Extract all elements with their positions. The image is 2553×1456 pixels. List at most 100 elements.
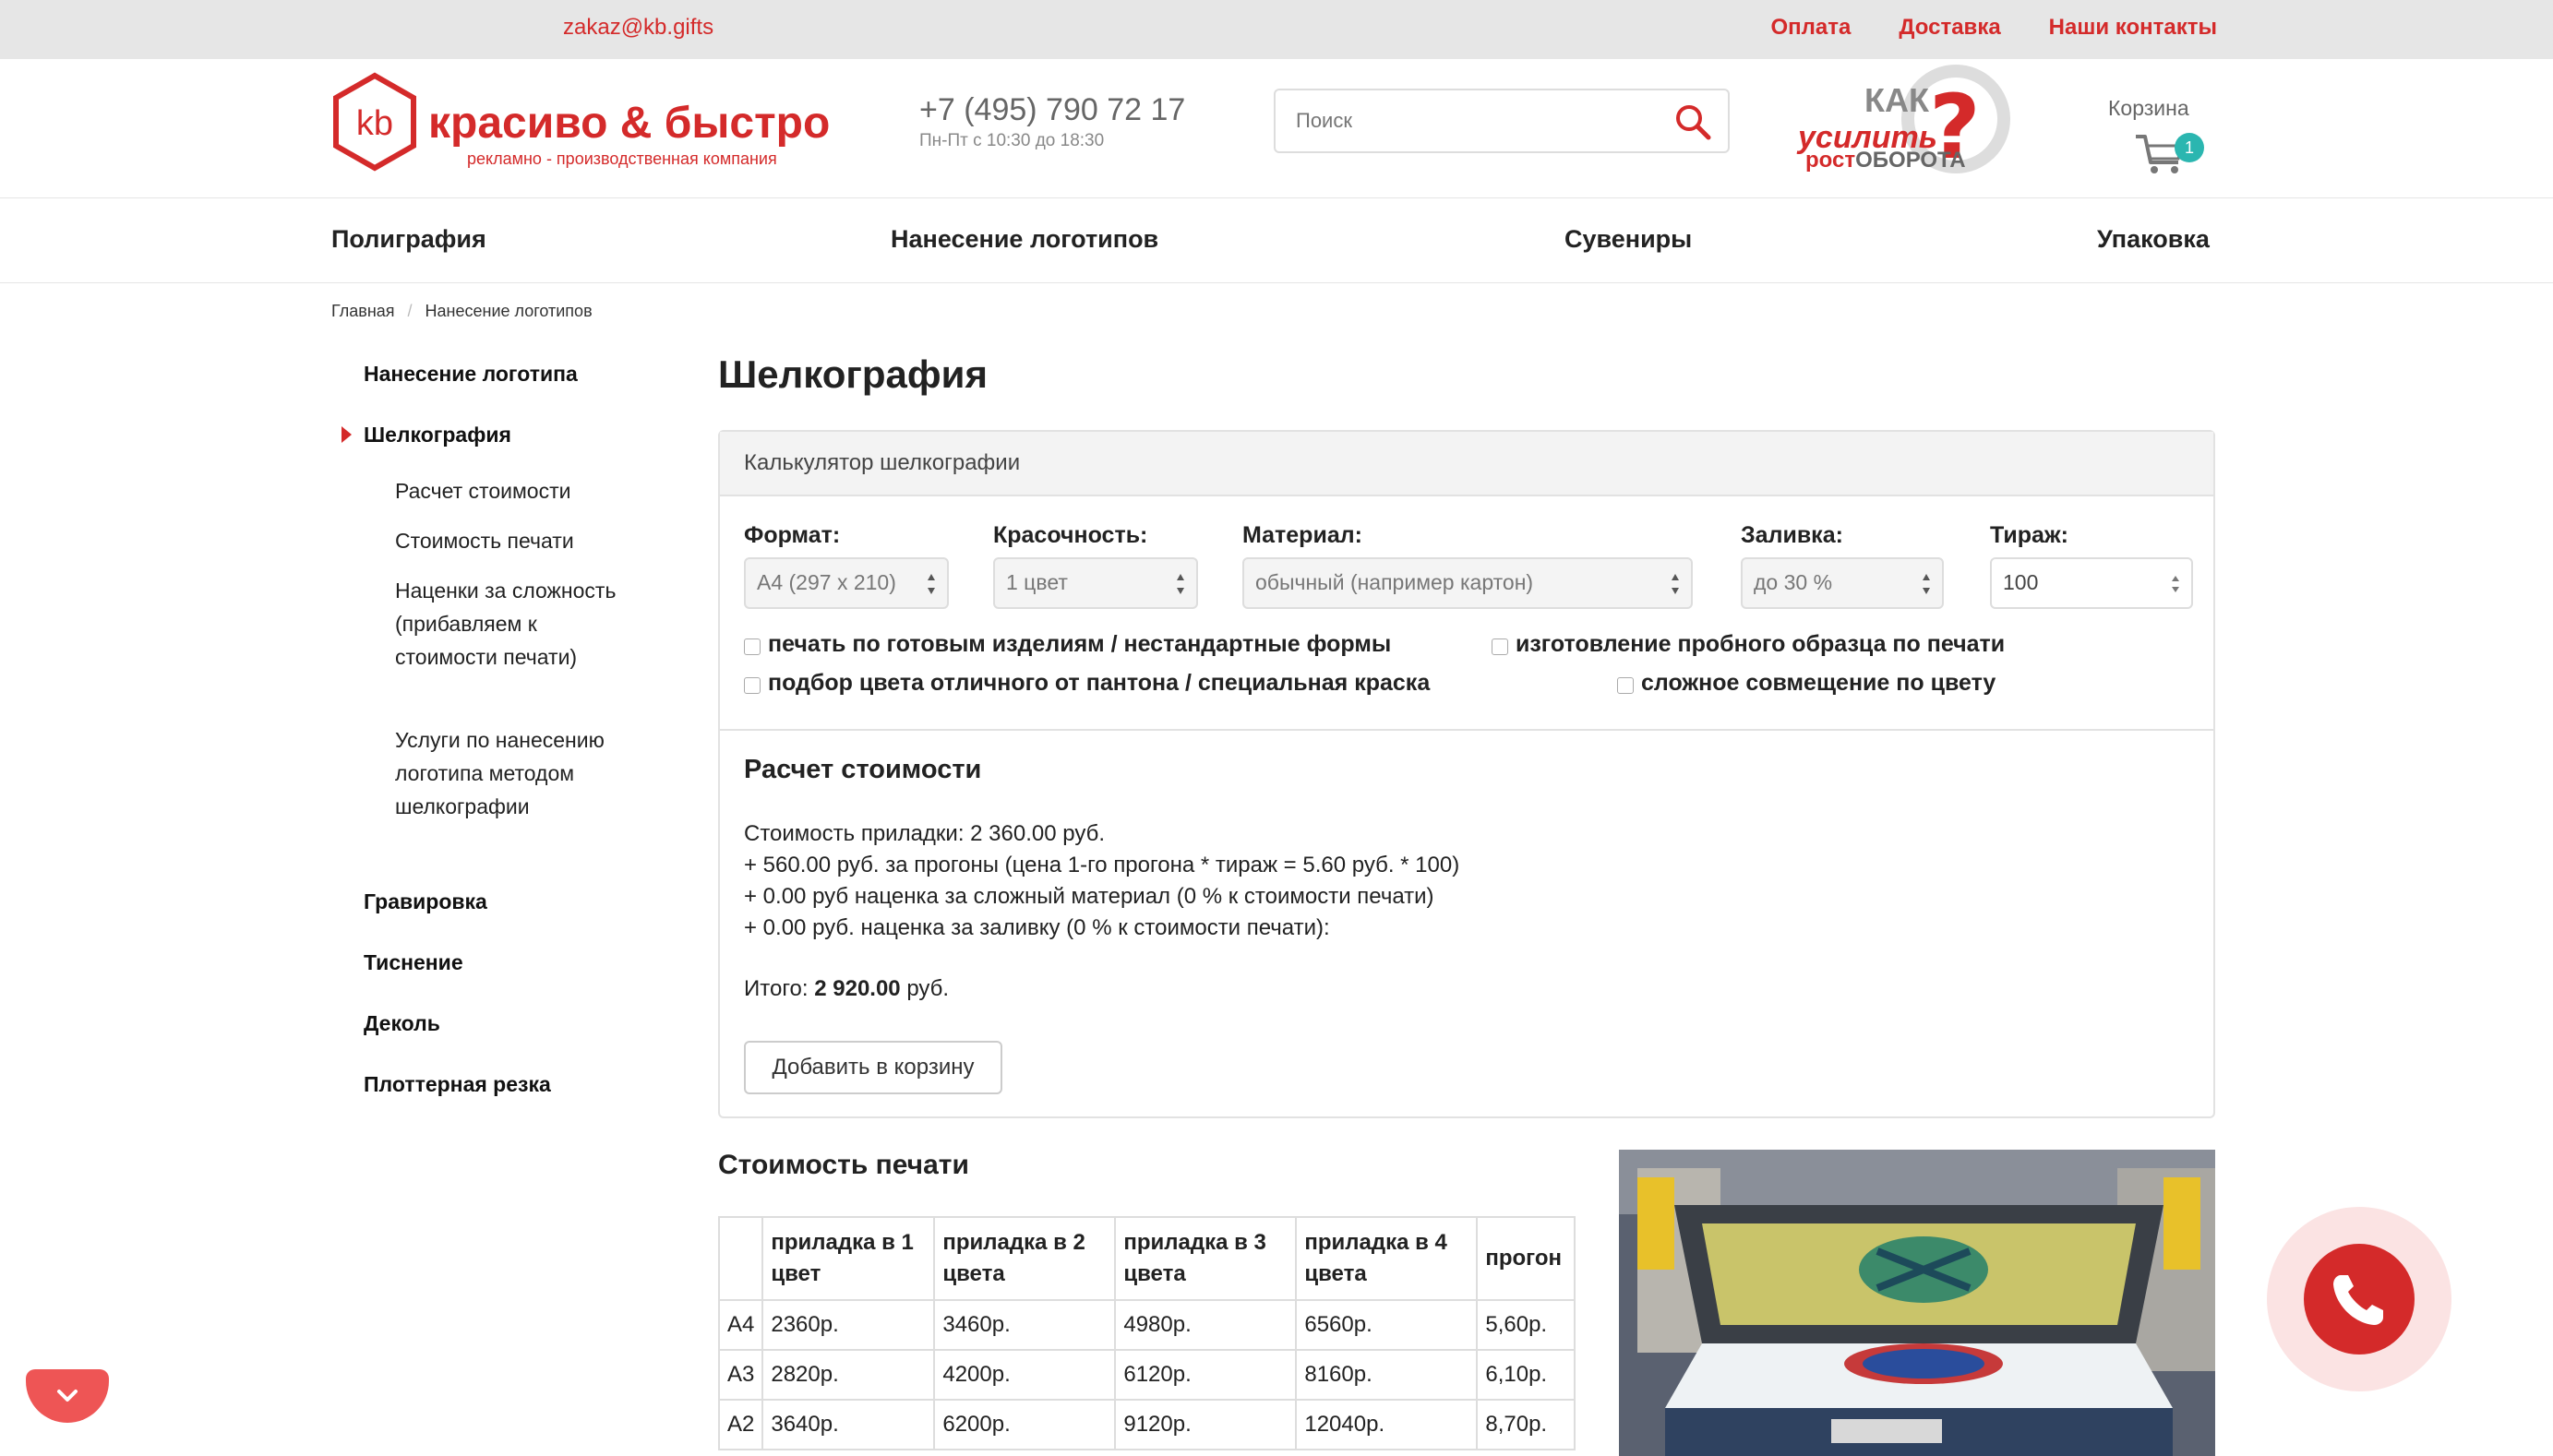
calculator-header: Калькулятор шелкографии xyxy=(720,432,2213,496)
sidebar-item-logo-printing[interactable]: Нанесение логотипа xyxy=(364,362,578,387)
search-box xyxy=(1274,89,1730,153)
site-logo[interactable]: kb красиво & быстро рекламно - производс… xyxy=(330,72,857,173)
material-value: обычный (например картон) xyxy=(1255,570,1534,594)
checkbox-custom-shapes[interactable]: печать по готовым изделиям / нестандартн… xyxy=(744,631,1392,658)
email-link[interactable]: zakaz@kb.gifts xyxy=(563,15,713,41)
checkbox-special-ink[interactable]: подбор цвета отличного от пантона / спец… xyxy=(744,670,1430,697)
sidebar-item-embossing[interactable]: Тиснение xyxy=(364,950,463,975)
top-bar: zakaz@kb.gifts Оплата Доставка Наши конт… xyxy=(0,0,2553,59)
sidebar-item-engraving[interactable]: Гравировка xyxy=(364,889,487,914)
print-cost-title: Стоимость печати xyxy=(718,1150,969,1180)
breadcrumb-home[interactable]: Главная xyxy=(331,302,395,320)
material-select[interactable]: обычный (например картон) xyxy=(1242,557,1693,609)
result-total: Итого: 2 920.00 руб. xyxy=(744,976,949,1002)
total-label: Итого: xyxy=(744,976,809,1001)
total-value: 2 920.00 xyxy=(814,976,901,1001)
table-cell: 4200р. xyxy=(933,1349,1117,1401)
breadcrumb-current[interactable]: Нанесение логотипов xyxy=(426,302,593,320)
result-line-runs: + 560.00 руб. за прогоны (цена 1-го прог… xyxy=(744,853,1460,877)
fill-select[interactable]: до 30 % xyxy=(1741,557,1944,609)
format-label: Формат: xyxy=(744,522,841,548)
table-cell: 9120р. xyxy=(1114,1399,1298,1450)
table-cell: 6200р. xyxy=(933,1399,1117,1450)
promo-line-3b: ОБОРОТА xyxy=(1855,148,1966,173)
search-icon[interactable] xyxy=(1672,101,1713,142)
color-count-select[interactable]: 1 цвет xyxy=(993,557,1198,609)
machine-illustration xyxy=(1619,1150,2215,1456)
nav-souvenirs[interactable]: Сувениры xyxy=(1564,225,1692,254)
checkbox-complex-registration-label: сложное совмещение по цвету xyxy=(1641,670,1996,696)
table-cell: 5,60р. xyxy=(1476,1299,1576,1351)
call-button-inner[interactable] xyxy=(2304,1244,2415,1355)
total-unit: руб. xyxy=(906,976,950,1001)
format-value: А4 (297 х 210) xyxy=(757,570,896,594)
checkbox-box[interactable] xyxy=(1492,638,1508,655)
checkbox-complex-registration[interactable]: сложное совмещение по цвету xyxy=(1617,670,1996,697)
calculator-divider xyxy=(720,729,2213,731)
checkbox-box[interactable] xyxy=(744,638,761,655)
breadcrumb-separator: / xyxy=(407,302,413,320)
result-line-setup: Стоимость приладки: 2 360.00 руб. xyxy=(744,821,1106,846)
sidebar-subitem-services[interactable]: Услуги по нанесению логотипа методом шел… xyxy=(395,723,617,823)
quantity-value: 100 xyxy=(2003,570,2039,594)
header-phone[interactable]: +7 (495) 790 72 17 xyxy=(919,92,1185,128)
checkbox-test-sample[interactable]: изготовление пробного образца по печати xyxy=(1492,631,2005,658)
fill-value: до 30 % xyxy=(1754,570,1833,594)
stepper-arrows-icon[interactable] xyxy=(2171,572,2180,596)
checkbox-box[interactable] xyxy=(1617,677,1634,694)
select-arrows-icon xyxy=(1672,574,1679,594)
logo-hexagon-icon: kb xyxy=(333,72,416,172)
quantity-input[interactable]: 100 xyxy=(1990,557,2193,609)
table-header-cell: приладка в 2 цвета xyxy=(933,1216,1117,1301)
table-cell: 6560р. xyxy=(1295,1299,1479,1351)
table-cell: А2 xyxy=(717,1399,764,1450)
table-header-row: приладка в 1 цвет приладка в 2 цвета при… xyxy=(717,1216,1576,1301)
table-row: А4 2360р. 3460р. 4980р. 6560р. 5,60р. xyxy=(717,1299,1576,1351)
material-label: Материал: xyxy=(1242,522,1362,548)
top-link-contacts[interactable]: Наши контакты xyxy=(2049,15,2217,41)
table-cell: 12040р. xyxy=(1295,1399,1479,1450)
promo-line-3: ростОБОРОТА xyxy=(1805,148,1966,173)
sidebar-subitem-markups[interactable]: Наценки за сложность (прибавляем к стоим… xyxy=(395,574,617,674)
result-line-fill: + 0.00 руб. наценка за заливку (0 % к ст… xyxy=(744,915,1330,940)
print-cost-table: приладка в 1 цвет приладка в 2 цвета при… xyxy=(717,1216,1576,1450)
nav-polygraphy[interactable]: Полиграфия xyxy=(331,225,486,254)
top-link-payment[interactable]: Оплата xyxy=(1771,15,1852,41)
table-header-cell: приладка в 4 цвета xyxy=(1295,1216,1479,1301)
table-cell: 8,70р. xyxy=(1476,1399,1576,1450)
chevron-down-icon xyxy=(57,1390,78,1402)
quantity-label: Тираж: xyxy=(1990,522,2068,548)
table-cell: 4980р. xyxy=(1114,1299,1298,1351)
sidebar-item-decal[interactable]: Деколь xyxy=(364,1011,440,1036)
table-row: А2 3640р. 6200р. 9120р. 12040р. 8,70р. xyxy=(717,1399,1576,1450)
checkbox-box[interactable] xyxy=(744,677,761,694)
table-cell: 2360р. xyxy=(761,1299,936,1351)
table-cell: 6,10р. xyxy=(1476,1349,1576,1401)
silkscreen-machine-photo xyxy=(1619,1150,2215,1456)
sidebar-item-silkscreen[interactable]: Шелкография xyxy=(364,423,511,448)
top-link-delivery[interactable]: Доставка xyxy=(1899,15,2000,41)
call-button[interactable] xyxy=(2267,1207,2451,1391)
nav-packaging[interactable]: Упаковка xyxy=(2097,225,2210,254)
sidebar-item-plotter-cutting[interactable]: Плоттерная резка xyxy=(364,1072,551,1097)
table-cell: А4 xyxy=(717,1299,764,1351)
promo-banner[interactable]: ? КАК усилить ростОБОРОТА xyxy=(1791,61,2051,199)
select-arrows-icon xyxy=(1923,574,1930,594)
add-to-cart-button[interactable]: Добавить в корзину xyxy=(744,1041,1002,1094)
scroll-down-button[interactable] xyxy=(26,1369,109,1423)
table-header-cell: прогон xyxy=(1476,1216,1576,1301)
page-title: Шелкография xyxy=(718,352,988,396)
table-cell: 2820р. xyxy=(761,1349,936,1401)
nav-logo-printing[interactable]: Нанесение логотипов xyxy=(891,225,1158,254)
checkbox-custom-shapes-label: печать по готовым изделиям / нестандартн… xyxy=(768,631,1392,657)
result-title: Расчет стоимости xyxy=(744,755,982,784)
logo-mark-text: kb xyxy=(356,104,393,143)
sidebar-subitem-cost-calc[interactable]: Расчет стоимости xyxy=(395,474,617,507)
sidebar-subitem-print-cost[interactable]: Стоимость печати xyxy=(395,524,617,557)
format-select[interactable]: А4 (297 х 210) xyxy=(744,557,949,609)
search-input[interactable] xyxy=(1294,103,1667,138)
logo-tagline: рекламно - производственная компания xyxy=(467,149,777,168)
logo-brand: красиво & быстро xyxy=(428,99,831,148)
cart[interactable]: Корзина 1 xyxy=(2095,92,2215,175)
main-nav: Полиграфия Нанесение логотипов Сувениры … xyxy=(0,197,2553,283)
